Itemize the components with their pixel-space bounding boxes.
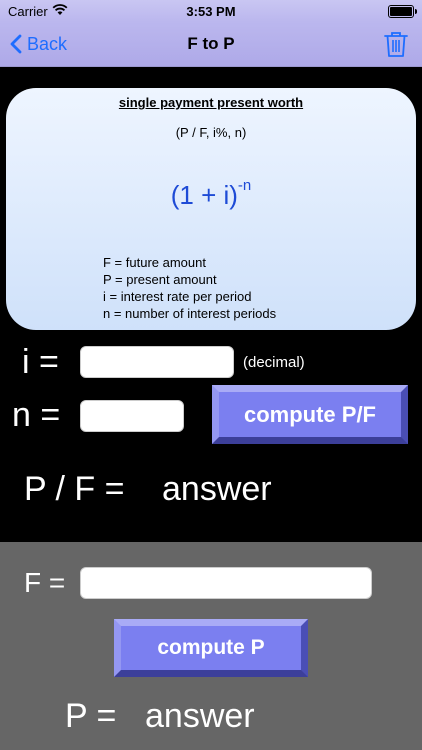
formula-base: (1 + i) — [170, 180, 238, 210]
back-button[interactable]: Back — [10, 32, 67, 56]
navigation-bar: Back F to P — [0, 22, 422, 67]
present-result-value: answer — [145, 697, 255, 735]
interest-rate-input[interactable] — [80, 346, 234, 378]
compute-p-button[interactable]: compute P — [114, 619, 308, 677]
back-label: Back — [27, 33, 68, 54]
definition-f: F = future amount — [103, 255, 206, 270]
future-amount-input[interactable] — [80, 567, 372, 599]
factor-notation: (P / F, i%, n) — [175, 125, 247, 140]
status-bar: Carrier 3:53 PM — [0, 0, 422, 22]
trash-icon[interactable] — [384, 30, 408, 58]
f-label: F = — [24, 567, 66, 598]
definition-p: P = present amount — [103, 272, 217, 287]
formula-exponent: -n — [237, 177, 252, 195]
i-label: i = — [22, 343, 59, 381]
formula-card: single payment present worth (P / F, i%,… — [6, 88, 416, 330]
n-label: n = — [12, 396, 61, 434]
factor-result-label: P / F = — [24, 470, 125, 508]
definition-n: n = number of interest periods — [103, 306, 277, 321]
present-result-label: P = — [65, 697, 117, 735]
chevron-left-icon — [10, 34, 22, 54]
decimal-hint: (decimal) — [243, 354, 305, 371]
definition-i: i = interest rate per period — [103, 289, 252, 304]
battery-icon — [388, 5, 417, 18]
card-title: single payment present worth — [118, 95, 304, 110]
periods-input[interactable] — [80, 400, 184, 432]
formula: (1 + i)-n — [6, 177, 416, 211]
status-time: 3:53 PM — [186, 4, 236, 19]
present-worth-panel: F = compute P P = answer — [0, 542, 422, 750]
compute-factor-button[interactable]: compute P/F — [212, 385, 408, 444]
definitions-list: F = future amount P = present amount i =… — [103, 254, 276, 322]
factor-result-value: answer — [162, 470, 272, 508]
